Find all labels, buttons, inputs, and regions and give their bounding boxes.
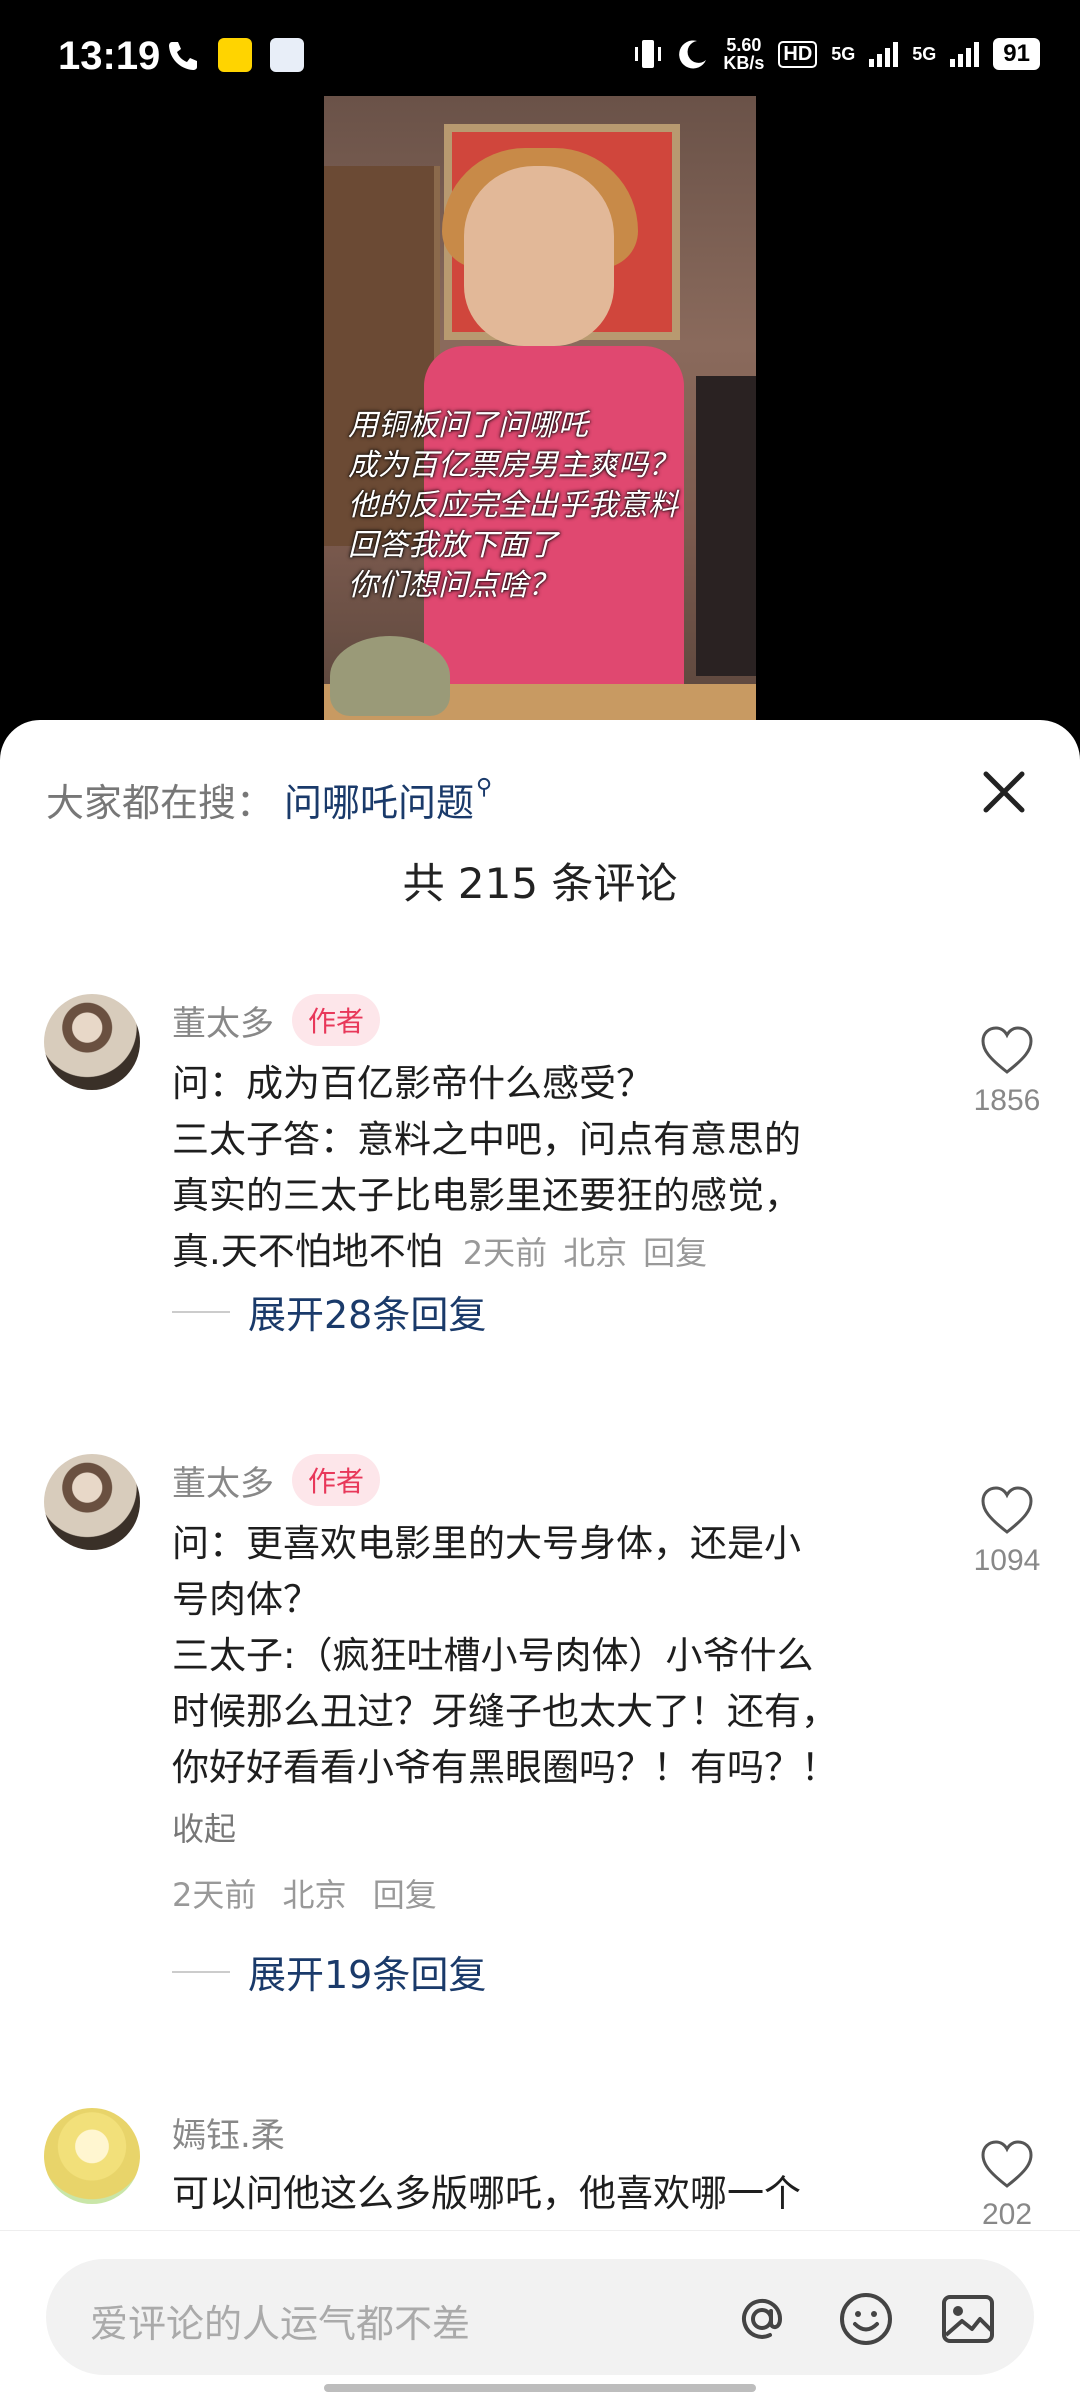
comment-input-bar: 爱评论的人运气都不差 (0, 2230, 1080, 2401)
comment-sheet: 大家都在搜： 问哪吒问题 ⚲ 共 215 条评论 董太多 作者 问：成为百亿影帝… (0, 720, 1080, 2400)
phone-call-icon (169, 42, 197, 70)
heart-icon (981, 1026, 1033, 1074)
like-button[interactable]: 1856 (960, 1024, 1054, 1118)
comment-count: 共 215 条评论 (402, 859, 678, 908)
video-person-face (464, 166, 614, 346)
comment-text[interactable]: 问：成为百亿影帝什么感受？ 三太子答：意料之中吧，问点有意思的 真实的三太子比电… (172, 1056, 892, 1281)
image-icon[interactable] (938, 2289, 998, 2349)
comment-username[interactable]: 嫣钰.柔 (172, 2108, 285, 2157)
comment-text[interactable]: 问：更喜欢电影里的大号身体，还是小 号肉体？ 三太子:（疯狂吐槽小号肉体）小爷什… (172, 1516, 892, 1796)
author-badge: 作者 (292, 994, 381, 1046)
video-player[interactable]: 用铜板问了问哪吒 成为百亿票房男主爽吗？ 他的反应完全出乎我意料 回答我放下面了… (324, 96, 756, 720)
comment-line: 真实的三太子比电影里还要狂的感觉， (172, 1174, 801, 1217)
avatar[interactable] (44, 2108, 140, 2204)
comment-line: 时候那么丑过？牙缝子也太大了！还有， (172, 1690, 838, 1733)
like-button[interactable]: 202 (960, 2138, 1054, 2232)
hd-voice-badge: HD (778, 40, 818, 68)
reply-button[interactable]: 回复 (643, 1234, 707, 1272)
avatar[interactable] (44, 994, 140, 1090)
comment-username[interactable]: 董太多 (172, 996, 274, 1045)
video-teapot (330, 636, 450, 716)
status-bar: 13:19 5.60 KB/s HD 5G 5G 91 (0, 0, 1080, 96)
heart-icon (981, 1486, 1033, 1534)
comment-line: 三太子答：意料之中吧，问点有意思的 (172, 1118, 801, 1161)
at-icon[interactable] (732, 2289, 792, 2349)
app-notification-icon (218, 38, 252, 72)
trending-search-prefix: 大家都在搜： (46, 781, 275, 825)
like-count: 202 (981, 2198, 1033, 2231)
like-button[interactable]: 1094 (960, 1484, 1054, 1578)
battery-level: 91 (993, 38, 1040, 70)
status-time: 13:19 (58, 34, 161, 78)
comment-text[interactable]: 可以问他这么多版哪吒，他喜欢哪一个 (172, 2166, 892, 2222)
comment-time: 2天前 (172, 1876, 257, 1914)
comment-username[interactable]: 董太多 (172, 1456, 274, 1505)
comment-location: 北京 (282, 1876, 347, 1914)
net-speed-unit: KB/s (723, 53, 765, 73)
trending-search-term[interactable]: 问哪吒问题 (284, 772, 474, 827)
do-not-disturb-moon-icon (679, 40, 707, 69)
signal2-bars-icon (950, 41, 980, 67)
comment-location: 北京 (563, 1234, 628, 1272)
comment-line: 真.天不怕地不怕 (172, 1230, 443, 1273)
comment-line: 可以问他这么多版哪吒，他喜欢哪一个 (172, 2172, 801, 2215)
video-caption: 用铜板问了问哪吒 成为百亿票房男主爽吗？ 他的反应完全出乎我意料 回答我放下面了… (348, 408, 678, 603)
collapse-button[interactable]: 收起 (172, 1804, 236, 1850)
comment-line: 三太子:（疯狂吐槽小号肉体）小爷什么 (172, 1634, 814, 1677)
emoji-icon[interactable] (836, 2289, 896, 2349)
comment-time: 2天前 (462, 1234, 548, 1272)
video-person-arm (696, 376, 756, 676)
like-count: 1094 (973, 1544, 1041, 1577)
like-count: 1856 (973, 1084, 1041, 1117)
comment-input[interactable]: 爱评论的人运气都不差 (46, 2259, 1034, 2375)
heart-icon (981, 2140, 1033, 2188)
expand-replies-button[interactable]: 展开28条回复 (172, 1284, 486, 1339)
expand-replies-button[interactable]: 展开19条回复 (172, 1944, 486, 1999)
comment-line: 号肉体？ (172, 1578, 320, 1621)
net-speed-value: 5.60 (726, 35, 762, 55)
comment-line: 问：更喜欢电影里的大号身体，还是小 (172, 1522, 801, 1565)
comment-line: 你好好看看小爷有黑眼圈吗？！有吗？！ (172, 1746, 838, 1789)
signal2-label: 5G (912, 43, 937, 64)
reply-button[interactable]: 回复 (373, 1876, 437, 1914)
search-icon: ⚲ (476, 775, 493, 800)
vibrate-icon (635, 40, 662, 68)
comment-line: 问：成为百亿影帝什么感受？ (172, 1062, 653, 1105)
signal1-label: 5G (831, 43, 856, 64)
home-indicator[interactable] (324, 2384, 756, 2392)
avatar[interactable] (44, 1454, 140, 1550)
close-icon[interactable] (974, 762, 1034, 822)
trending-search[interactable]: 大家都在搜： 问哪吒问题 ⚲ (46, 772, 492, 827)
file-notification-icon (270, 38, 304, 72)
comment-input-placeholder: 爱评论的人运气都不差 (90, 2302, 471, 2346)
author-badge: 作者 (292, 1454, 381, 1506)
signal1-bars-icon (869, 41, 899, 67)
